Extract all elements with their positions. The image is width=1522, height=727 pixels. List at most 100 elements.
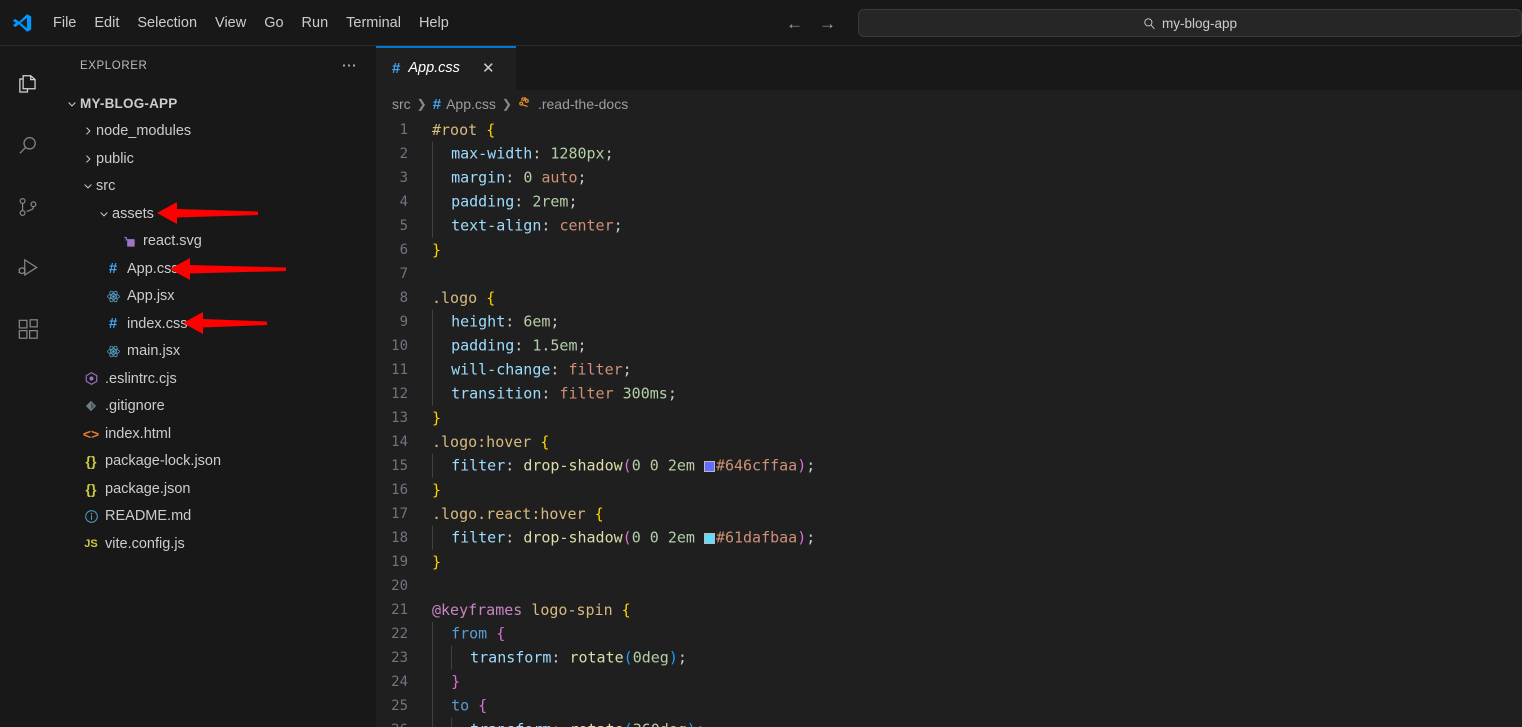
tree-item-public[interactable]: public: [56, 145, 376, 173]
line-number: 17: [391, 506, 408, 522]
css-file-icon: #: [392, 59, 401, 77]
breadcrumb-item-app-css[interactable]: # App.css: [433, 96, 496, 113]
line-number: 16: [391, 482, 408, 498]
tree-root-my-blog-app[interactable]: MY-BLOG-APP: [56, 90, 376, 118]
code-line: 10 padding: 1.5em;: [376, 334, 1522, 358]
tree-item-readme-md[interactable]: README.md: [56, 503, 376, 531]
tree-item-eslintrc[interactable]: .eslintrc.cjs: [56, 365, 376, 393]
run-and-debug-icon: [18, 258, 38, 276]
line-number: 10: [391, 338, 408, 354]
activity-item-search[interactable]: [0, 115, 56, 176]
json-file-icon: {}: [85, 480, 97, 497]
tree-item-assets[interactable]: assets: [56, 200, 376, 228]
css-file-icon: #: [108, 315, 118, 333]
tree-item-label: main.jsx: [127, 343, 181, 360]
activity-item-run-and-debug[interactable]: [0, 237, 56, 298]
activity-item-extensions[interactable]: [0, 298, 56, 359]
code-line: 16}: [376, 478, 1522, 502]
menu-item-edit[interactable]: Edit: [85, 9, 128, 37]
tree-item-package-lock-json[interactable]: {} package-lock.json: [56, 448, 376, 476]
line-number: 24: [391, 674, 408, 690]
ellipsis-icon[interactable]: ⋯: [342, 58, 359, 73]
menu-item-selection[interactable]: Selection: [128, 9, 206, 37]
navigation-arrows: ← →: [786, 0, 836, 46]
json-file-icon: {}: [85, 453, 97, 470]
react-file-icon: [102, 289, 124, 304]
tree-item-react-svg[interactable]: react.svg: [56, 228, 376, 256]
tree-item-index-css[interactable]: # index.css: [56, 310, 376, 338]
code-line: 23 transform: rotate(0deg);: [376, 646, 1522, 670]
menu-item-help[interactable]: Help: [410, 9, 458, 37]
menu-item-terminal[interactable]: Terminal: [337, 9, 410, 37]
markdown-file-icon: [80, 509, 102, 524]
close-icon[interactable]: ✕: [482, 61, 495, 76]
menu-bar: File Edit Selection View Go Run Terminal…: [44, 0, 458, 46]
js-file-icon: JS: [84, 537, 98, 550]
code-line: 5 text-align: center;: [376, 214, 1522, 238]
arrow-left-icon[interactable]: ←: [786, 15, 803, 32]
tree-item-vite-config-js[interactable]: JS vite.config.js: [56, 530, 376, 558]
chevron-right-icon: [80, 153, 96, 165]
line-number: 5: [399, 218, 408, 234]
activity-item-explorer[interactable]: [0, 54, 56, 115]
arrow-right-icon[interactable]: →: [819, 15, 836, 32]
breadcrumb-item-src[interactable]: src: [392, 96, 411, 112]
line-number: 12: [391, 386, 408, 402]
menu-item-file[interactable]: File: [44, 9, 85, 37]
css-file-icon: #: [432, 95, 442, 113]
menu-item-run[interactable]: Run: [293, 9, 338, 37]
color-swatch[interactable]: [703, 460, 715, 472]
html-file-icon: <>: [82, 425, 100, 442]
menu-item-go[interactable]: Go: [255, 9, 292, 37]
explorer-title: EXPLORER: [80, 60, 148, 72]
tree-item-label: App.css: [127, 260, 179, 277]
line-number: 20: [391, 578, 408, 594]
breadcrumb-label: App.css: [446, 96, 496, 112]
tree-item-label: vite.config.js: [105, 535, 185, 552]
tree-item-label: .gitignore: [105, 398, 165, 415]
code-line: 20: [376, 574, 1522, 598]
tree-item-main-jsx[interactable]: main.jsx: [56, 338, 376, 366]
tab-app-css[interactable]: # App.css ✕: [376, 46, 516, 90]
code-line: 3 margin: 0 auto;: [376, 166, 1522, 190]
chevron-down-icon: [96, 208, 112, 220]
breadcrumb-item-symbol[interactable]: .read-the-docs: [518, 95, 628, 113]
source-control-icon: [19, 197, 37, 216]
tree-item-index-html[interactable]: <> index.html: [56, 420, 376, 448]
line-number: 6: [399, 242, 408, 258]
line-number: 11: [391, 362, 408, 378]
vscode-window: File Edit Selection View Go Run Terminal…: [0, 0, 1522, 727]
search-input[interactable]: my-blog-app: [858, 9, 1522, 37]
tree-item-label: index.css: [127, 315, 188, 332]
tree-item-app-css[interactable]: # App.css: [56, 255, 376, 283]
code-editor[interactable]: 1 #root { 2 max-width: 1280px; 3 margin: …: [376, 118, 1522, 727]
code-line: 18 filter: drop-shadow(0 0 2em #61dafbaa…: [376, 526, 1522, 550]
activity-item-source-control[interactable]: [0, 176, 56, 237]
line-number: 18: [391, 530, 408, 546]
menu-item-view[interactable]: View: [206, 9, 255, 37]
tree-item-gitignore[interactable]: .gitignore: [56, 393, 376, 421]
code-line: 13}: [376, 406, 1522, 430]
css-symbol-icon: [518, 95, 533, 113]
code-line: 1 #root {: [376, 118, 1522, 142]
eslint-file-icon: [80, 371, 102, 386]
line-number: 8: [399, 290, 408, 306]
files-icon: [19, 74, 36, 93]
tree-item-src[interactable]: src: [56, 173, 376, 201]
tree-item-app-jsx[interactable]: App.jsx: [56, 283, 376, 311]
tree-item-package-json[interactable]: {} package.json: [56, 475, 376, 503]
line-number: 7: [399, 266, 408, 282]
tree-item-label: public: [96, 150, 134, 167]
tree-item-node_modules[interactable]: node_modules: [56, 118, 376, 146]
code-line: 19}: [376, 550, 1522, 574]
breadcrumb-label: .read-the-docs: [537, 96, 629, 112]
color-swatch[interactable]: [703, 532, 715, 544]
search-icon: [1144, 17, 1155, 29]
line-number: 26: [376, 722, 432, 727]
line-number: 21: [391, 602, 408, 618]
line-number: 1: [399, 122, 408, 138]
tree-root-label: MY-BLOG-APP: [80, 95, 178, 111]
code-line: 14 .logo:hover {: [376, 430, 1522, 454]
extensions-icon: [18, 318, 38, 339]
react-file-icon: [102, 344, 124, 359]
